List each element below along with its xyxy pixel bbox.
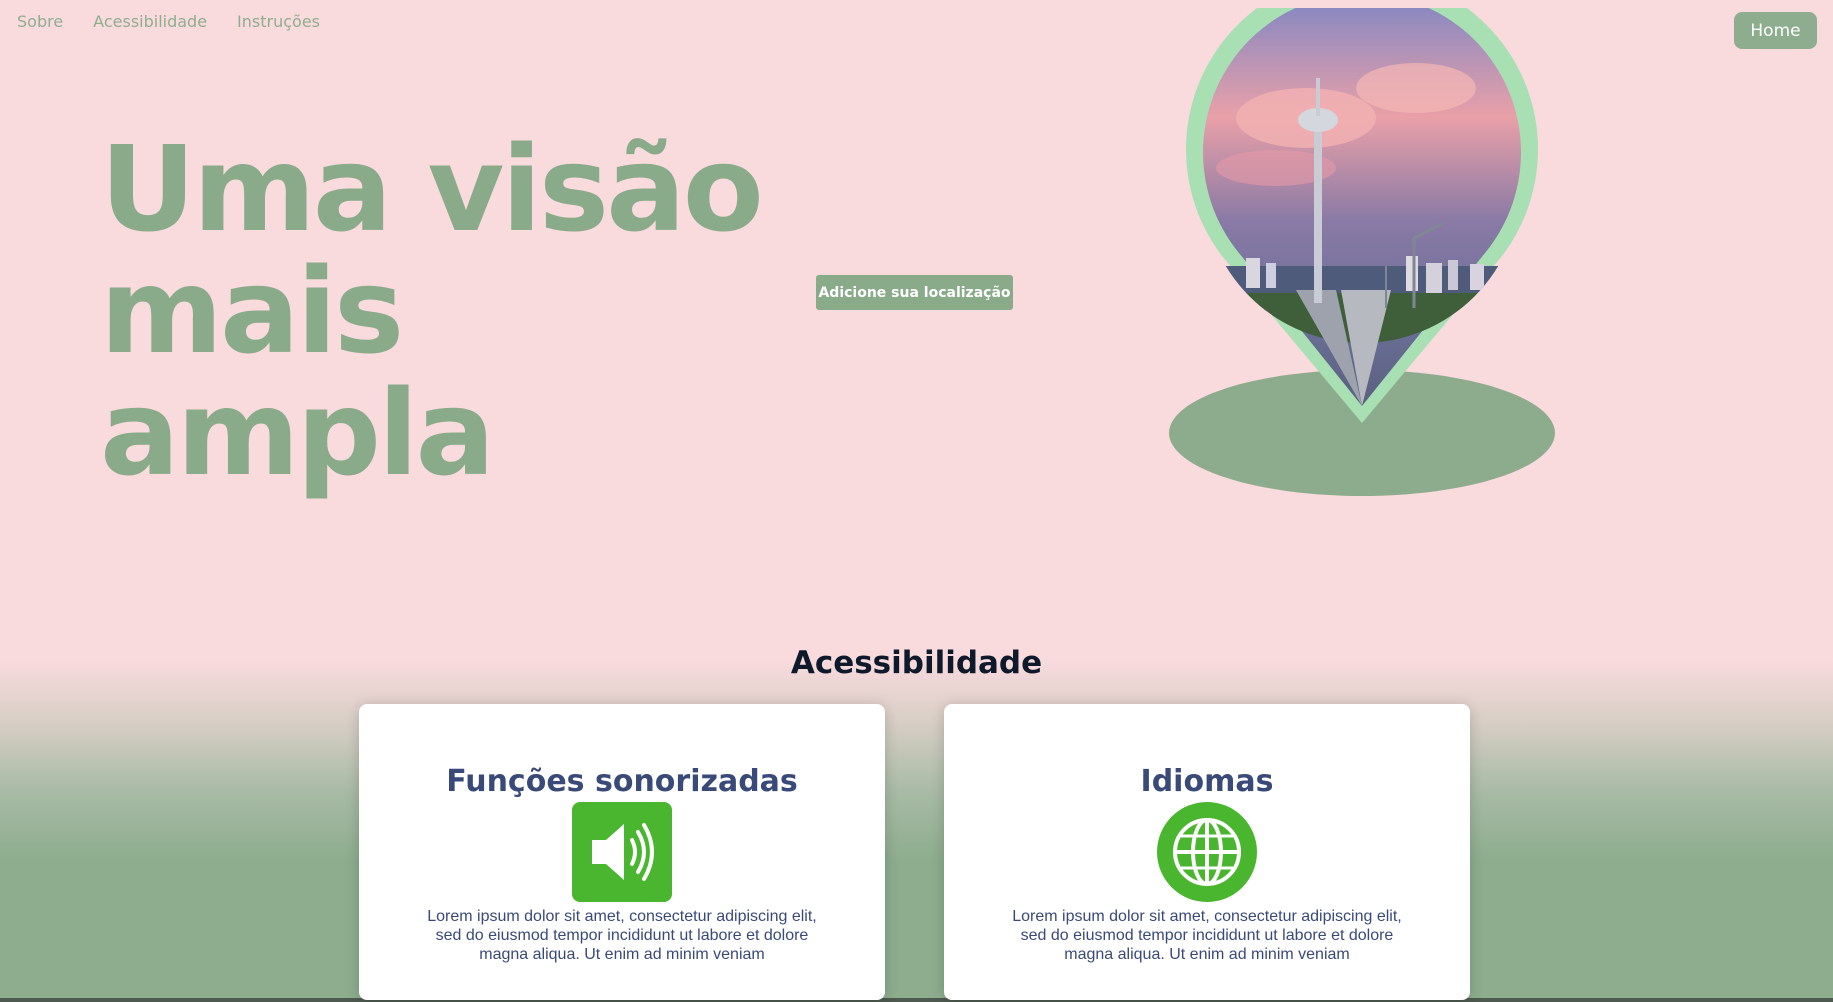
speaker-icon[interactable] [572,802,672,902]
card-description: Lorem ipsum dolor sit amet, consectetur … [1012,908,1402,963]
top-nav: Sobre Acessibilidade Instruções [0,0,333,42]
globe-icon[interactable] [1157,802,1257,902]
nav-link-instrucoes[interactable]: Instruções [237,12,320,31]
hero-title-line-1: Uma visão [100,120,764,258]
globe-icon-glyph [1173,818,1241,886]
nav-link-sobre[interactable]: Sobre [17,12,63,31]
bottom-gradient-band [0,660,1833,1002]
hero-title-line-2: mais ampla [100,242,495,502]
home-button[interactable]: Home [1734,12,1817,49]
nav-link-acessibilidade[interactable]: Acessibilidade [93,12,207,31]
location-pin-image [1186,0,1538,433]
card-title: Funções sonorizadas [446,764,798,799]
hero-title: Uma visão mais ampla [100,128,800,494]
card-description: Lorem ipsum dolor sit amet, consectetur … [427,908,817,963]
card-sound-functions: Funções sonorizadas Lorem ipsum dolor si… [359,704,885,1000]
card-languages: Idiomas Lorem ipsum dolor sit amet, cons… [944,704,1470,1000]
add-location-button[interactable]: Adicione sua localização [816,275,1013,310]
speaker-icon-glyph [592,823,654,881]
map-pin-photo [1186,0,1538,423]
card-title: Idiomas [1140,764,1274,799]
accessibility-section-title: Acessibilidade [790,645,1043,681]
bottom-edge [0,998,1833,1002]
